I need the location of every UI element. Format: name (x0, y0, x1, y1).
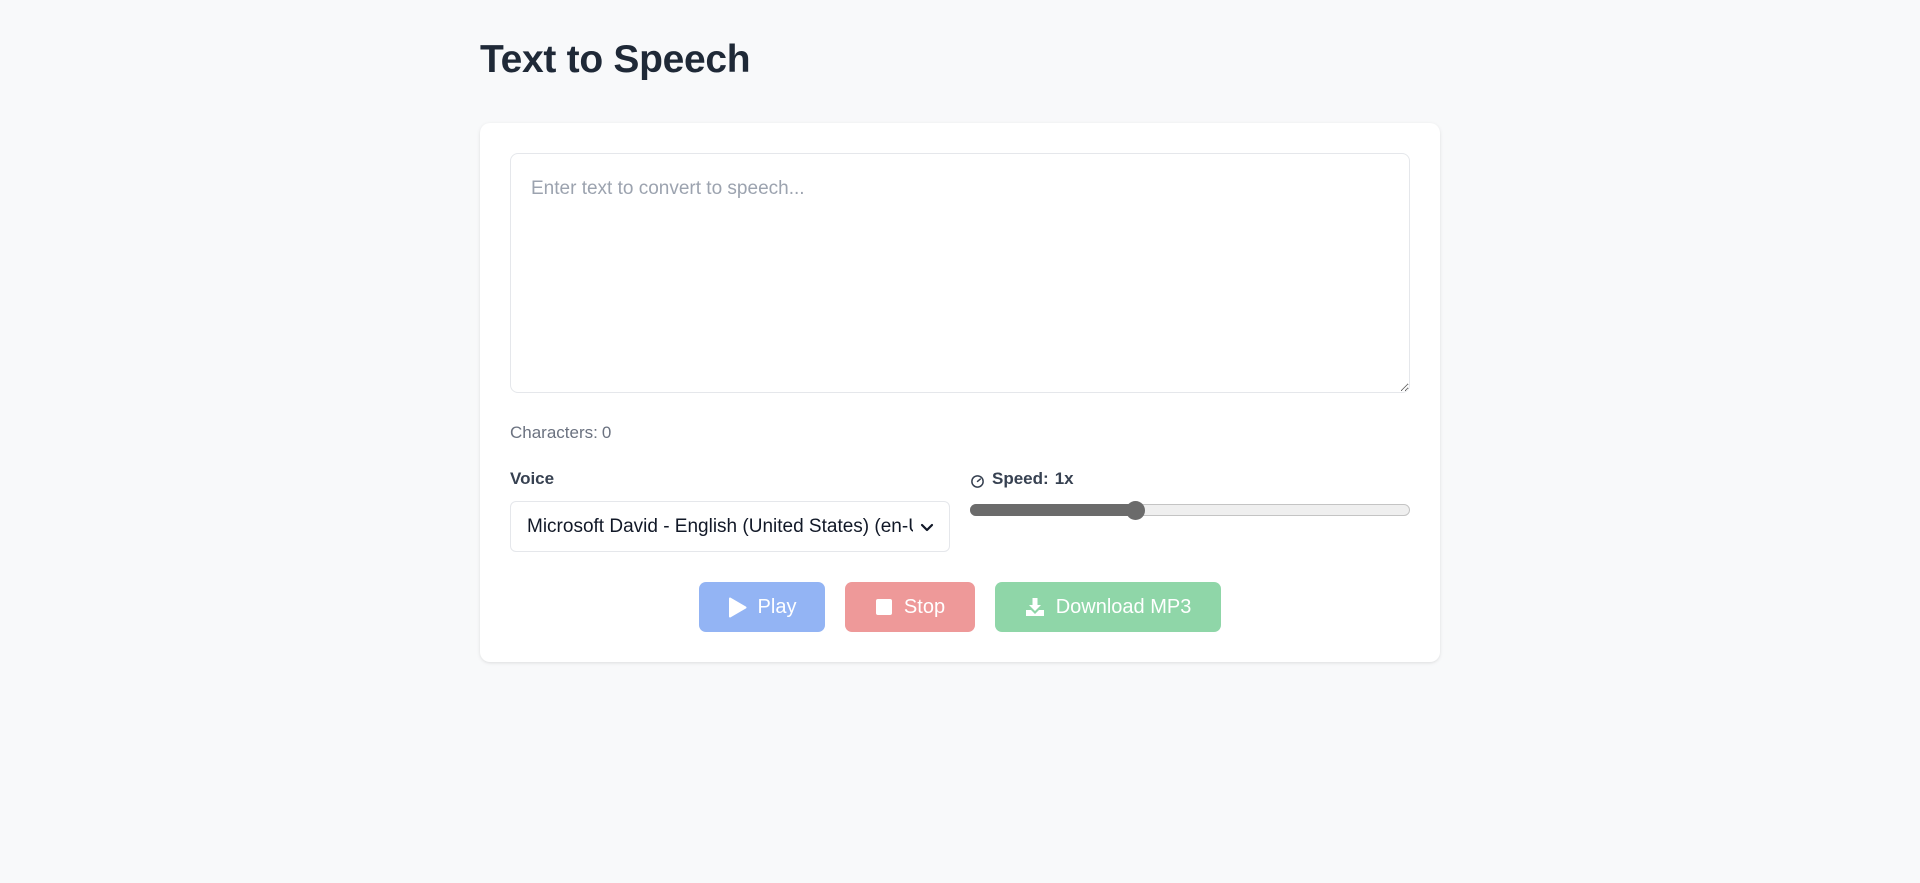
speed-slider[interactable] (970, 501, 1410, 520)
character-count-value: 0 (601, 423, 612, 442)
action-buttons: Play Stop Download MP3 (480, 582, 1440, 632)
voice-label: Voice (510, 469, 555, 488)
tts-card: Characters:0 Voice Microsoft David - Eng… (480, 123, 1440, 662)
speed-value: 1x (1054, 469, 1074, 488)
voice-select-value: Microsoft David - English (United States… (527, 515, 913, 537)
speed-label: Speed: 1x (970, 469, 1074, 489)
play-icon (728, 597, 747, 617)
character-count-label: Characters: (510, 423, 598, 442)
gauge-icon (971, 475, 984, 488)
speed-label-text: Speed: (992, 469, 1049, 488)
speed-slider-fill (970, 504, 1136, 516)
character-count: Characters: 0 (510, 423, 611, 443)
play-button-label: Play (757, 595, 797, 618)
stop-icon (875, 599, 892, 615)
chevron-down-icon (920, 523, 934, 531)
stop-button-label: Stop (903, 595, 946, 618)
voice-select[interactable]: Microsoft David - English (United States… (510, 501, 950, 552)
play-button[interactable]: Play (699, 582, 825, 632)
text-input[interactable] (510, 153, 1410, 393)
speed-slider-thumb[interactable] (1126, 501, 1146, 520)
stop-button[interactable]: Stop (845, 582, 975, 632)
download-button-label: Download MP3 (1055, 595, 1192, 618)
download-mp3-button[interactable]: Download MP3 (995, 582, 1221, 632)
page-title: Text to Speech (480, 38, 751, 81)
download-icon (1025, 598, 1044, 616)
